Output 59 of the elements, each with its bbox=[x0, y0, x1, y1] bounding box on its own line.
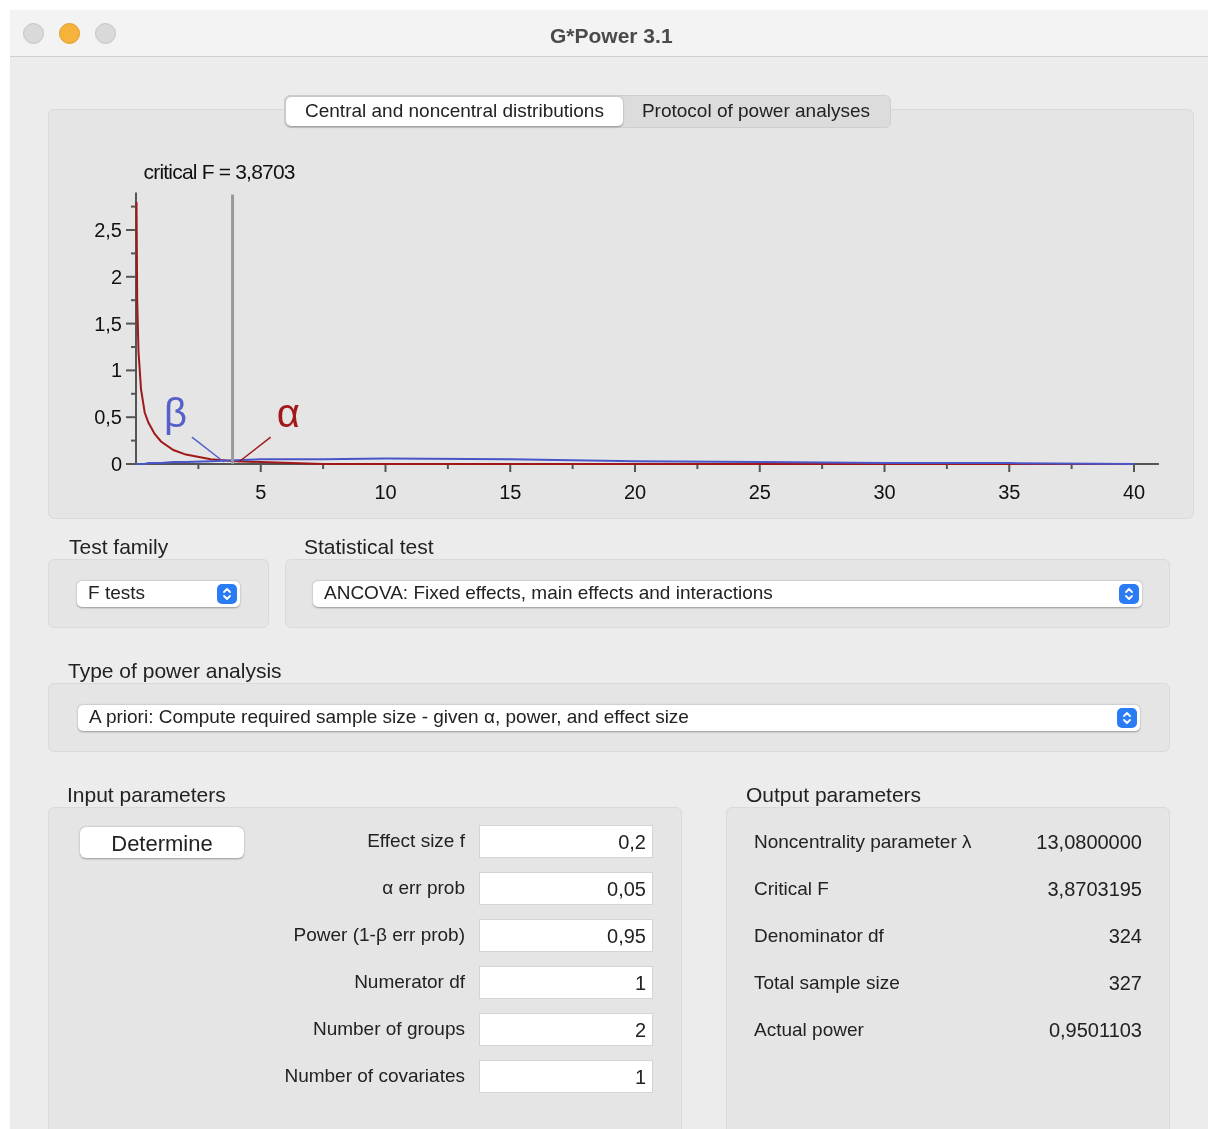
determine-button[interactable]: Determine bbox=[80, 827, 244, 858]
input-field[interactable]: 0,2 bbox=[479, 825, 653, 858]
x-tick-label: 10 bbox=[374, 481, 397, 503]
input-field[interactable]: 1 bbox=[479, 966, 653, 999]
close-button[interactable] bbox=[23, 22, 44, 44]
output-label: Noncentrality parameter λ bbox=[754, 829, 972, 854]
field-label: Power (1-β err prob) bbox=[293, 923, 465, 948]
y-tick-label: 0 bbox=[110, 453, 122, 475]
output-value: 13,0800000 bbox=[1036, 830, 1142, 855]
leader-line bbox=[191, 436, 225, 463]
stepper-icon bbox=[1117, 707, 1137, 728]
x-tick-label: 15 bbox=[499, 481, 522, 503]
output-value: 0,9501103 bbox=[1048, 1018, 1142, 1043]
input-field[interactable]: 1 bbox=[479, 1060, 653, 1093]
beta-label: β bbox=[163, 391, 187, 436]
alpha-label: α bbox=[276, 391, 300, 436]
stepper-icon bbox=[1119, 583, 1139, 604]
input-field[interactable]: 2 bbox=[479, 1013, 653, 1046]
input-field[interactable]: 0,05 bbox=[479, 872, 653, 905]
x-tick-label: 40 bbox=[1122, 481, 1146, 503]
zoom-button[interactable] bbox=[95, 22, 116, 44]
output-label: Critical F bbox=[754, 876, 829, 901]
group-label: Output parameters bbox=[745, 782, 923, 807]
field-label: Numerator df bbox=[354, 970, 465, 995]
output-label: Actual power bbox=[754, 1017, 864, 1042]
dropdown-select[interactable]: ANCOVA: Fixed effects, main effects and interactions bbox=[313, 580, 1142, 607]
window-title: G*Power 3.1 bbox=[550, 23, 673, 49]
group-label: Type of power analysis bbox=[67, 658, 283, 683]
x-tick-label: 35 bbox=[998, 481, 1021, 503]
output-value: 3,8703195 bbox=[1047, 877, 1142, 902]
field-label: α err prob bbox=[382, 876, 465, 901]
leader-line bbox=[237, 436, 272, 463]
x-tick-label: 30 bbox=[873, 481, 896, 503]
dropdown-select[interactable]: A priori: Compute required sample size - given α, power, and effect size bbox=[78, 704, 1140, 731]
y-tick-label: 2 bbox=[110, 265, 122, 288]
x-tick-label: 25 bbox=[748, 481, 771, 503]
tab[interactable]: Protocol of power analyses bbox=[622, 97, 890, 126]
x-tick-label: 5 bbox=[255, 481, 267, 503]
y-tick-label: 2,5 bbox=[94, 219, 122, 241]
y-tick-label: 0,5 bbox=[94, 406, 122, 429]
stepper-icon bbox=[217, 583, 237, 604]
y-tick-label: 1,5 bbox=[94, 312, 122, 335]
output-label: Total sample size bbox=[754, 970, 900, 995]
minimize-button[interactable] bbox=[59, 22, 80, 44]
output-label: Denominator df bbox=[754, 923, 884, 948]
x-tick-label: 20 bbox=[623, 481, 647, 503]
tab[interactable]: Central and noncentral distributions bbox=[286, 97, 623, 126]
critical-value-label: critical F = 3,8703 bbox=[143, 159, 295, 183]
field-label: Number of groups bbox=[312, 1017, 465, 1042]
output-value: 327 bbox=[1108, 971, 1142, 996]
y-tick-label: 1 bbox=[110, 359, 122, 382]
input-field[interactable]: 0,95 bbox=[479, 919, 653, 952]
field-label: Effect size f bbox=[367, 829, 465, 854]
group-label: Statistical test bbox=[303, 534, 435, 559]
group-label: Test family bbox=[68, 534, 170, 559]
group-label: Input parameters bbox=[66, 782, 227, 807]
dropdown-select[interactable]: F tests bbox=[77, 580, 240, 607]
field-label: Number of covariates bbox=[284, 1064, 465, 1089]
output-value: 324 bbox=[1108, 924, 1142, 949]
